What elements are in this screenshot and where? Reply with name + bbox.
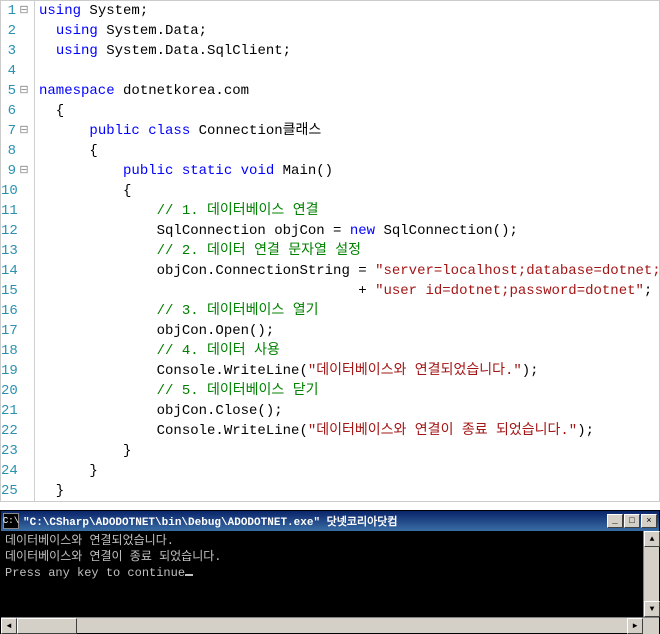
code-line[interactable]: public class Connection클래스: [39, 121, 659, 141]
code-line[interactable]: // 3. 데이터베이스 열기: [39, 301, 659, 321]
code-line[interactable]: [39, 61, 659, 81]
scroll-down-button[interactable]: ▼: [644, 601, 660, 617]
line-number: 20: [1, 381, 30, 401]
line-number: 16: [1, 301, 30, 321]
code-line[interactable]: {: [39, 101, 659, 121]
code-line[interactable]: public static void Main(): [39, 161, 659, 181]
line-number: 19: [1, 361, 30, 381]
code-line[interactable]: {: [39, 141, 659, 161]
code-line[interactable]: using System.Data.SqlClient;: [39, 41, 659, 61]
code-line[interactable]: }: [39, 481, 659, 501]
fold-icon[interactable]: ⊟: [18, 121, 30, 141]
line-number: 11: [1, 201, 30, 221]
maximize-button[interactable]: □: [624, 514, 640, 528]
scroll-right-button[interactable]: ►: [627, 618, 643, 634]
console-line: Press any key to continue: [5, 565, 655, 581]
code-line[interactable]: {: [39, 181, 659, 201]
line-number: 2: [1, 21, 30, 41]
line-number: 5⊟: [1, 81, 30, 101]
console-line: 데이터베이스와 연결되었습니다.: [5, 533, 655, 549]
code-line[interactable]: namespace dotnetkorea.com: [39, 81, 659, 101]
line-number: 3: [1, 41, 30, 61]
code-line[interactable]: using System.Data;: [39, 21, 659, 41]
fold-icon[interactable]: ⊟: [18, 81, 30, 101]
console-title: "C:\CSharp\ADODOTNET\bin\Debug\ADODOTNET…: [23, 513, 607, 529]
line-number: 15: [1, 281, 30, 301]
line-number: 17: [1, 321, 30, 341]
line-number: 18: [1, 341, 30, 361]
scroll-left-button[interactable]: ◄: [1, 618, 17, 634]
code-editor[interactable]: 1⊟2345⊟67⊟89⊟101112131415161718192021222…: [0, 0, 660, 502]
console-line: 데이터베이스와 연결이 종료 되었습니다.: [5, 549, 655, 565]
code-line[interactable]: Console.WriteLine("데이터베이스와 연결이 종료 되었습니다.…: [39, 421, 659, 441]
resize-grip[interactable]: [643, 618, 659, 634]
line-number: 24: [1, 461, 30, 481]
code-line[interactable]: // 2. 데이터 연결 문자열 설정: [39, 241, 659, 261]
code-line[interactable]: // 4. 데이터 사용: [39, 341, 659, 361]
code-line[interactable]: }: [39, 461, 659, 481]
line-number: 21: [1, 401, 30, 421]
line-number: 12: [1, 221, 30, 241]
minimize-button[interactable]: _: [607, 514, 623, 528]
close-button[interactable]: ×: [641, 514, 657, 528]
fold-icon[interactable]: ⊟: [18, 161, 30, 181]
line-number: 10: [1, 181, 30, 201]
code-line[interactable]: SqlConnection objCon = new SqlConnection…: [39, 221, 659, 241]
line-number: 6: [1, 101, 30, 121]
fold-icon[interactable]: ⊟: [18, 1, 30, 21]
vertical-scrollbar[interactable]: ▲ ▼: [643, 531, 659, 617]
line-number: 7⊟: [1, 121, 30, 141]
console-window: C:\ "C:\CSharp\ADODOTNET\bin\Debug\ADODO…: [0, 510, 660, 634]
line-number: 1⊟: [1, 1, 30, 21]
line-gutter: 1⊟2345⊟67⊟89⊟101112131415161718192021222…: [1, 1, 35, 501]
code-line[interactable]: objCon.Open();: [39, 321, 659, 341]
code-line[interactable]: // 1. 데이터베이스 연결: [39, 201, 659, 221]
line-number: 13: [1, 241, 30, 261]
code-line[interactable]: Console.WriteLine("데이터베이스와 연결되었습니다.");: [39, 361, 659, 381]
line-number: 23: [1, 441, 30, 461]
line-number: 8: [1, 141, 30, 161]
code-line[interactable]: objCon.ConnectionString = "server=localh…: [39, 261, 659, 281]
console-output[interactable]: 데이터베이스와 연결되었습니다.데이터베이스와 연결이 종료 되었습니다.Pre…: [1, 531, 659, 617]
code-line[interactable]: }: [39, 441, 659, 461]
window-buttons: _ □ ×: [607, 514, 657, 528]
scroll-up-button[interactable]: ▲: [644, 531, 660, 547]
horizontal-scrollbar[interactable]: ◄ ►: [1, 617, 659, 633]
code-area[interactable]: using System; using System.Data; using S…: [35, 1, 659, 501]
line-number: 4: [1, 61, 30, 81]
code-line[interactable]: // 5. 데이터베이스 닫기: [39, 381, 659, 401]
line-number: 25: [1, 481, 30, 501]
line-number: 22: [1, 421, 30, 441]
code-line[interactable]: using System;: [39, 1, 659, 21]
cursor: [185, 574, 193, 576]
line-number: 14: [1, 261, 30, 281]
console-icon: C:\: [3, 513, 19, 529]
scroll-thumb[interactable]: [17, 618, 77, 634]
code-line[interactable]: objCon.Close();: [39, 401, 659, 421]
code-line[interactable]: + "user id=dotnet;password=dotnet";: [39, 281, 659, 301]
line-number: 9⊟: [1, 161, 30, 181]
console-titlebar[interactable]: C:\ "C:\CSharp\ADODOTNET\bin\Debug\ADODO…: [1, 511, 659, 531]
